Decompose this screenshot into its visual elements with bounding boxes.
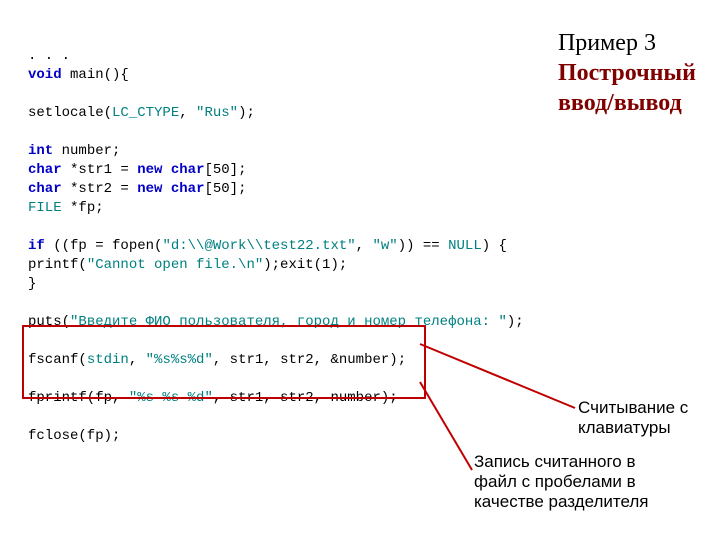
code-text: fclose(fp); <box>28 428 120 444</box>
code-text: *fp; <box>62 200 104 216</box>
title-line2: ввод/вывод <box>558 90 682 116</box>
code-text: [50]; <box>204 162 246 178</box>
code-text: *str2 = <box>62 181 138 197</box>
code-text: main(){ <box>62 67 129 83</box>
code-text: ); <box>238 105 255 121</box>
ann-text: качестве разделителя <box>474 492 648 511</box>
slide-title: Пример 3 Построчный ввод/вывод <box>558 28 696 118</box>
blank <box>28 124 36 140</box>
highlight-box <box>22 325 426 399</box>
code-text: number; <box>53 143 120 159</box>
str: "d:\\@Work\\test22.txt" <box>162 238 355 254</box>
code-line: . . . <box>28 48 70 64</box>
code-text: *str1 = <box>62 162 138 178</box>
annotation-keyboard: Считывание с клавиатуры <box>578 398 688 438</box>
code-text: )) == <box>398 238 448 254</box>
title-line1: Построчный <box>558 60 696 86</box>
ann-text: клавиатуры <box>578 418 671 437</box>
code-text: , <box>356 238 373 254</box>
str: "w" <box>372 238 397 254</box>
code-text: } <box>28 276 36 292</box>
code-text: ((fp = fopen( <box>45 238 163 254</box>
kw-new: new <box>137 181 162 197</box>
kw-new: new <box>137 162 162 178</box>
code-text: printf( <box>28 257 87 273</box>
kw-char: char <box>28 162 62 178</box>
code-text: ); <box>507 314 524 330</box>
str: "Cannot open file.\n" <box>87 257 263 273</box>
code-text: , <box>179 105 196 121</box>
sp <box>162 181 170 197</box>
id-null: NULL <box>448 238 482 254</box>
kw-char: char <box>28 181 62 197</box>
annotation-file-write: Запись считанного в файл с пробелами в к… <box>474 452 648 512</box>
code-text: );exit(1); <box>263 257 347 273</box>
id-file: FILE <box>28 200 62 216</box>
kw-char: char <box>171 162 205 178</box>
kw-void: void <box>28 67 62 83</box>
blank <box>28 295 36 311</box>
kw-if: if <box>28 238 45 254</box>
ann-text: Запись считанного в <box>474 452 635 471</box>
blank <box>28 219 36 235</box>
code-text: setlocale( <box>28 105 112 121</box>
kw-char: char <box>171 181 205 197</box>
ann-text: файл с пробелами в <box>474 472 636 491</box>
example-number: Пример 3 <box>558 30 656 56</box>
ann-text: Считывание с <box>578 398 688 417</box>
code-text: ) { <box>482 238 507 254</box>
blank <box>28 86 36 102</box>
sp <box>162 162 170 178</box>
blank <box>28 409 36 425</box>
kw-int: int <box>28 143 53 159</box>
id-lcctype: LC_CTYPE <box>112 105 179 121</box>
str: "Rus" <box>196 105 238 121</box>
code-text: [50]; <box>204 181 246 197</box>
